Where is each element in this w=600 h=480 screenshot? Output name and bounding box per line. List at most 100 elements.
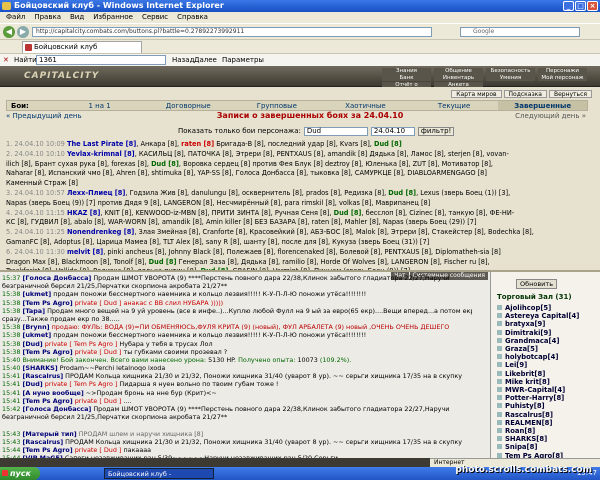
chat-line-segment: 10073 — [297, 355, 318, 364]
chat-line-segment[interactable]: [Матерый тип] — [22, 430, 76, 438]
menu-view[interactable]: Вид — [70, 12, 84, 23]
back-icon[interactable]: ◀ — [3, 26, 15, 38]
nav-characters[interactable]: Персонажи — [538, 68, 587, 74]
fight-record-segment[interactable]: The Last Pirate [8] — [67, 140, 136, 148]
chat-line-segment[interactable]: [Tapa] — [22, 307, 45, 315]
chat-line-segment: . Получено опыта: — [234, 355, 298, 364]
chat-line-segment[interactable]: [Tem Ps Agro] — [22, 348, 72, 356]
next-day-link[interactable]: Следующий день » — [515, 112, 586, 120]
chat-line-segment[interactable]: [Tem Ps Agro] — [22, 397, 72, 405]
close-find-icon[interactable]: ✕ — [3, 54, 9, 66]
online-user[interactable]: Dimitraki[9] — [497, 329, 579, 337]
tab-fight-club[interactable]: Бойцовский клуб — [22, 41, 142, 53]
fight-record-segment[interactable]: Nonendrenkeg [8] — [67, 228, 134, 236]
fight-record-segment: Dragon Max [8], Blackmoon [8], Tonolf [8… — [6, 257, 149, 266]
refresh-button[interactable]: Обновить — [516, 279, 558, 289]
nav-my-character[interactable]: Мой персонаж — [538, 75, 587, 81]
online-user[interactable]: Rascalrus[8] — [497, 411, 579, 419]
online-user[interactable]: Puhisty[8] — [497, 402, 579, 410]
tab-1v1[interactable]: 1 на 1 — [55, 101, 144, 110]
close-button[interactable]: × — [587, 1, 598, 11]
chat-line-segment[interactable]: [А нуно вообще] — [22, 389, 83, 397]
nav-security[interactable]: Безопасность — [486, 68, 535, 74]
tab-arranged[interactable]: Договорные — [144, 101, 233, 110]
chat-line-segment[interactable]: [SHARKS] — [22, 364, 57, 372]
online-user[interactable]: MWR-Capital[4] — [497, 386, 579, 394]
maximize-button[interactable]: □ — [575, 1, 586, 11]
return-button[interactable]: Вернуться — [548, 90, 592, 98]
menu-help[interactable]: Справка — [177, 12, 208, 23]
find-input[interactable]: 1361 — [36, 55, 166, 65]
chat-line-segment: 15:40 — [2, 355, 23, 364]
character-input[interactable]: Dud — [303, 127, 368, 136]
tab-finished[interactable]: Завершенные — [498, 101, 587, 110]
hint-button[interactable]: Подсказка — [503, 90, 547, 98]
chat-line-segment[interactable]: [ukmet] — [22, 331, 51, 339]
title-bar: Бойцовский клуб - Windows Internet Explo… — [0, 0, 600, 12]
online-user[interactable]: Potter-Harry[8] — [497, 394, 579, 402]
fight-record-segment[interactable]: melvit [8] — [67, 248, 103, 256]
tab-chaotic[interactable]: Хаотичные — [321, 101, 410, 110]
fight-record-segment[interactable]: Dud [8] — [388, 189, 416, 197]
chat-line-segment[interactable]: [Голоса Донбасса] — [22, 274, 91, 282]
online-user[interactable]: Mike krit[8] — [497, 378, 579, 386]
chat-line-segment[interactable]: [Brynn] — [22, 323, 49, 331]
fight-record-segment[interactable]: Yevlax-krimnal [8] — [67, 150, 135, 158]
online-user[interactable]: Likebrit[8] — [497, 370, 579, 378]
world-map-button[interactable]: Карта миров — [451, 90, 502, 98]
fight-type-tabs: Бои: 1 на 1 Договорные Групповые Хаотичн… — [6, 100, 588, 111]
page-title: Записи о завершенных боях за 24.04.10 — [216, 111, 404, 120]
chat-line-segment[interactable]: [Tem Ps Agro] — [22, 299, 72, 307]
chat-line-segment[interactable]: [Rascalrus] — [22, 438, 63, 446]
minimize-button[interactable]: _ — [563, 1, 574, 11]
tab-group[interactable]: Групповые — [233, 101, 322, 110]
start-button[interactable]: пуск — [0, 467, 40, 480]
filter-button[interactable]: фильтр! — [417, 127, 455, 136]
chat-line-segment[interactable]: [Rascalrus] — [22, 372, 63, 380]
online-user[interactable]: Astereya Capital[4] — [497, 312, 579, 320]
search-field[interactable]: Google — [460, 27, 580, 37]
menu-edit[interactable]: Правка — [34, 12, 61, 23]
chat-line: 15:43 [Rascalrus] ПРОДАМ Кольца хищника … — [2, 438, 472, 446]
find-prev-button[interactable]: Назад — [172, 54, 194, 66]
menu-file[interactable]: Файл — [6, 12, 25, 23]
chat-line-segment[interactable]: [ukmet] — [22, 290, 51, 298]
find-options-button[interactable]: Параметры — [222, 54, 264, 66]
online-user[interactable]: Grandmaca[4] — [497, 337, 579, 345]
forward-icon[interactable]: ▶ — [17, 26, 29, 38]
fight-record-segment[interactable]: Dud [8] — [151, 160, 179, 168]
nav-chat[interactable]: Общение — [434, 68, 483, 74]
online-user[interactable]: holybotcap[4] — [497, 353, 579, 361]
chat-line-segment[interactable]: [Tem Ps Agro] — [22, 446, 72, 454]
url-field[interactable]: http://capitalcity.combats.com/buttons.p… — [32, 27, 432, 37]
fight-record-segment[interactable]: Лехх-Плиец [8] — [67, 189, 125, 197]
fight-record: 6. 24.04.10 11:30 melvit [8], pinki anch… — [6, 248, 591, 258]
nav-knowledge[interactable]: Знания — [382, 68, 431, 74]
chat-line-segment[interactable]: [Голоса Донбасса] — [22, 405, 91, 413]
online-user[interactable]: bratyxa[9] — [497, 320, 579, 328]
online-user[interactable]: Graza[5] — [497, 345, 579, 353]
prev-day-link[interactable]: « Предыдущий день — [6, 112, 82, 120]
fight-record-segment[interactable]: Dud [8] — [149, 258, 177, 266]
online-user[interactable]: Ajolihcop[5] — [497, 304, 579, 312]
fight-record-segment[interactable]: HKAZ [8] — [67, 209, 100, 217]
menu-bar: Файл Правка Вид Избранное Сервис Справка — [0, 12, 600, 23]
find-next-button[interactable]: Далее — [194, 54, 217, 66]
online-user[interactable]: Roan[8] — [497, 427, 579, 435]
chat-line-segment[interactable]: [Dud] — [22, 340, 42, 348]
nav-skills[interactable]: Умения — [486, 75, 535, 81]
online-user[interactable]: REALMEN[8] — [497, 419, 579, 427]
fight-record-segment[interactable]: Dud [8] — [374, 140, 402, 148]
online-user[interactable]: Lei[9] — [497, 361, 579, 369]
taskbar-ie-task[interactable]: Бойцовский клуб - — [104, 468, 214, 479]
menu-tools[interactable]: Сервис — [142, 12, 168, 23]
nav-bank[interactable]: Банк — [382, 75, 431, 81]
chat-line-segment[interactable]: [Dud] — [22, 380, 42, 388]
date-input[interactable]: 24.04.10 — [370, 127, 415, 136]
nav-inventory[interactable]: Инвентарь — [434, 75, 483, 81]
tab-current[interactable]: Текущие — [410, 101, 499, 110]
menu-favorites[interactable]: Избранное — [93, 12, 133, 23]
online-user[interactable]: Snipa[8] — [497, 443, 579, 451]
fight-record-segment[interactable]: Dud [8] — [334, 209, 362, 217]
online-user[interactable]: SHARKS[8] — [497, 435, 579, 443]
